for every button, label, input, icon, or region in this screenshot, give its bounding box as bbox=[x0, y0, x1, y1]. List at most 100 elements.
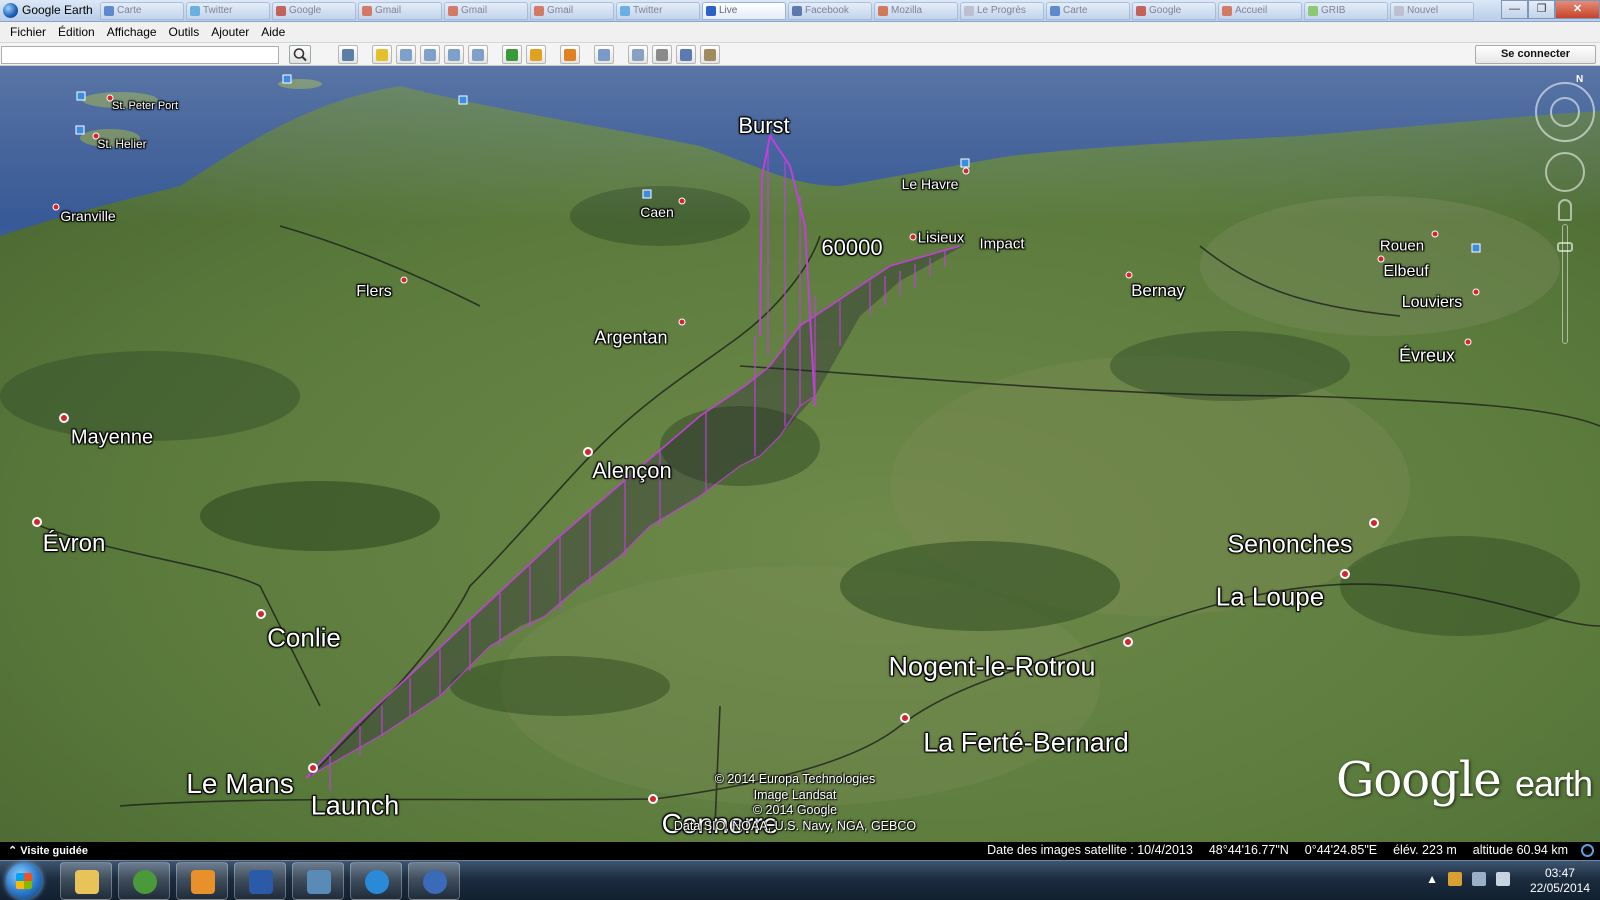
background-tab[interactable]: Gmail bbox=[358, 2, 442, 20]
tour-button[interactable] bbox=[468, 45, 488, 64]
info-pin-icon[interactable] bbox=[75, 125, 85, 135]
background-tab[interactable]: Google bbox=[1132, 2, 1216, 20]
background-tab[interactable]: Le Progrès bbox=[960, 2, 1044, 20]
close-button[interactable]: ✕ bbox=[1555, 0, 1600, 19]
guided-tour-button[interactable]: ⌃ Visite guidée bbox=[0, 842, 96, 860]
place-label[interactable]: La Loupe bbox=[1216, 582, 1324, 613]
start-button[interactable] bbox=[6, 863, 42, 899]
info-pin-icon[interactable] bbox=[1471, 243, 1481, 253]
place-marker-icon[interactable] bbox=[583, 447, 593, 457]
place-label[interactable]: Elbeuf bbox=[1383, 263, 1428, 281]
info-pin-icon[interactable] bbox=[282, 74, 292, 84]
place-label[interactable]: Alençon bbox=[592, 458, 672, 484]
save-image-button[interactable] bbox=[700, 45, 720, 64]
info-pin-icon[interactable] bbox=[458, 95, 468, 105]
place-marker-icon[interactable] bbox=[32, 517, 42, 527]
look-joystick-center[interactable] bbox=[1550, 97, 1580, 127]
place-marker-icon[interactable] bbox=[648, 794, 658, 804]
maps-button[interactable] bbox=[676, 45, 696, 64]
place-label[interactable]: Conlie bbox=[267, 623, 341, 654]
taskbar-app-internet-explorer[interactable] bbox=[350, 862, 402, 900]
place-label[interactable]: St. Helier bbox=[97, 137, 146, 151]
sidebar-button[interactable] bbox=[338, 45, 358, 64]
menu-view[interactable]: Affichage bbox=[101, 22, 163, 42]
sign-in-button[interactable]: Se connecter bbox=[1475, 45, 1596, 64]
info-pin-icon[interactable] bbox=[76, 91, 86, 101]
menu-edit[interactable]: Édition bbox=[52, 22, 101, 42]
background-tab[interactable]: Nouvel bbox=[1390, 2, 1474, 20]
place-marker-icon[interactable] bbox=[1369, 518, 1379, 528]
place-label[interactable]: Le Mans bbox=[186, 768, 293, 800]
place-marker-icon[interactable] bbox=[1464, 338, 1472, 346]
taskbar-app-media-player[interactable] bbox=[176, 862, 228, 900]
place-label[interactable]: Évron bbox=[43, 530, 106, 558]
minimize-button[interactable]: — bbox=[1501, 0, 1528, 19]
search-button[interactable] bbox=[289, 45, 311, 64]
background-tab[interactable]: Google bbox=[272, 2, 356, 20]
zoom-slider-handle[interactable] bbox=[1557, 242, 1573, 252]
tray-app-icon[interactable] bbox=[1448, 872, 1462, 886]
place-marker-icon[interactable] bbox=[909, 233, 917, 241]
place-label[interactable]: Argentan bbox=[594, 328, 667, 349]
place-label[interactable]: Louviers bbox=[1402, 294, 1462, 312]
place-marker-icon[interactable] bbox=[52, 203, 60, 211]
print-button[interactable] bbox=[652, 45, 672, 64]
place-marker-icon[interactable] bbox=[400, 276, 408, 284]
path-button[interactable] bbox=[420, 45, 440, 64]
info-pin-icon[interactable] bbox=[960, 158, 970, 168]
place-label[interactable]: St. Peter Port bbox=[112, 100, 178, 112]
overlay-button[interactable] bbox=[444, 45, 464, 64]
place-label[interactable]: Rouen bbox=[1380, 238, 1424, 255]
burst-label[interactable]: Burst bbox=[738, 113, 789, 139]
background-tab[interactable]: Facebook bbox=[788, 2, 872, 20]
place-marker-icon[interactable] bbox=[59, 413, 69, 423]
system-clock[interactable]: 03:47 22/05/2014 bbox=[1530, 866, 1590, 896]
tray-expand-icon[interactable]: ▲ bbox=[1426, 872, 1438, 886]
place-label[interactable]: Senonches bbox=[1227, 531, 1352, 560]
background-tab[interactable]: Twitter bbox=[616, 2, 700, 20]
taskbar-app-chrome[interactable] bbox=[118, 862, 170, 900]
background-tab[interactable]: GRIB bbox=[1304, 2, 1388, 20]
place-label[interactable]: Granville bbox=[60, 208, 115, 224]
placemark-button[interactable] bbox=[372, 45, 392, 64]
place-label[interactable]: Évreux bbox=[1399, 346, 1455, 367]
menu-help[interactable]: Aide bbox=[255, 22, 291, 42]
move-joystick[interactable] bbox=[1545, 152, 1585, 192]
search-input[interactable] bbox=[1, 46, 279, 64]
place-marker-icon[interactable] bbox=[1340, 569, 1350, 579]
place-marker-icon[interactable] bbox=[1125, 271, 1133, 279]
volume-icon[interactable] bbox=[1496, 872, 1510, 886]
place-label[interactable]: Mayenne bbox=[71, 427, 153, 450]
place-marker-icon[interactable] bbox=[1123, 637, 1133, 647]
maximize-button[interactable]: ❐ bbox=[1528, 0, 1555, 19]
history-button[interactable] bbox=[502, 45, 522, 64]
menu-add[interactable]: Ajouter bbox=[205, 22, 255, 42]
background-tab[interactable]: Live bbox=[702, 2, 786, 20]
polygon-button[interactable] bbox=[396, 45, 416, 64]
place-label[interactable]: Nogent-le-Rotrou bbox=[888, 652, 1095, 683]
place-label[interactable]: Lisieux bbox=[918, 230, 965, 247]
ruler-button[interactable] bbox=[594, 45, 614, 64]
earth-viewport[interactable]: St. Peter Port St. Helier Granville Caen Le … bbox=[0, 66, 1600, 842]
place-label[interactable]: Caen bbox=[640, 204, 673, 220]
place-marker-icon[interactable] bbox=[1431, 230, 1439, 238]
taskbar-app-pictures[interactable] bbox=[292, 862, 344, 900]
launch-label[interactable]: Launch bbox=[311, 791, 400, 822]
place-label[interactable]: La Ferté-Bernard bbox=[923, 728, 1129, 759]
altitude-marker-label[interactable]: 60000 bbox=[821, 235, 882, 261]
email-button[interactable] bbox=[628, 45, 648, 64]
compass-north-label[interactable]: N bbox=[1576, 74, 1583, 85]
sun-button[interactable] bbox=[526, 45, 546, 64]
place-marker-icon[interactable] bbox=[1472, 288, 1480, 296]
taskbar-app-google-earth[interactable] bbox=[408, 862, 460, 900]
background-tab[interactable]: Accueil bbox=[1218, 2, 1302, 20]
place-marker-icon[interactable] bbox=[308, 763, 318, 773]
place-marker-icon[interactable] bbox=[900, 713, 910, 723]
background-tab[interactable]: Twitter bbox=[186, 2, 270, 20]
street-view-pegman-icon[interactable] bbox=[1558, 199, 1572, 221]
menu-tools[interactable]: Outils bbox=[163, 22, 206, 42]
background-tab[interactable]: Gmail bbox=[444, 2, 528, 20]
background-tab[interactable]: Mozilla bbox=[874, 2, 958, 20]
place-label[interactable]: Flers bbox=[356, 283, 392, 301]
impact-label[interactable]: Impact bbox=[979, 236, 1024, 253]
